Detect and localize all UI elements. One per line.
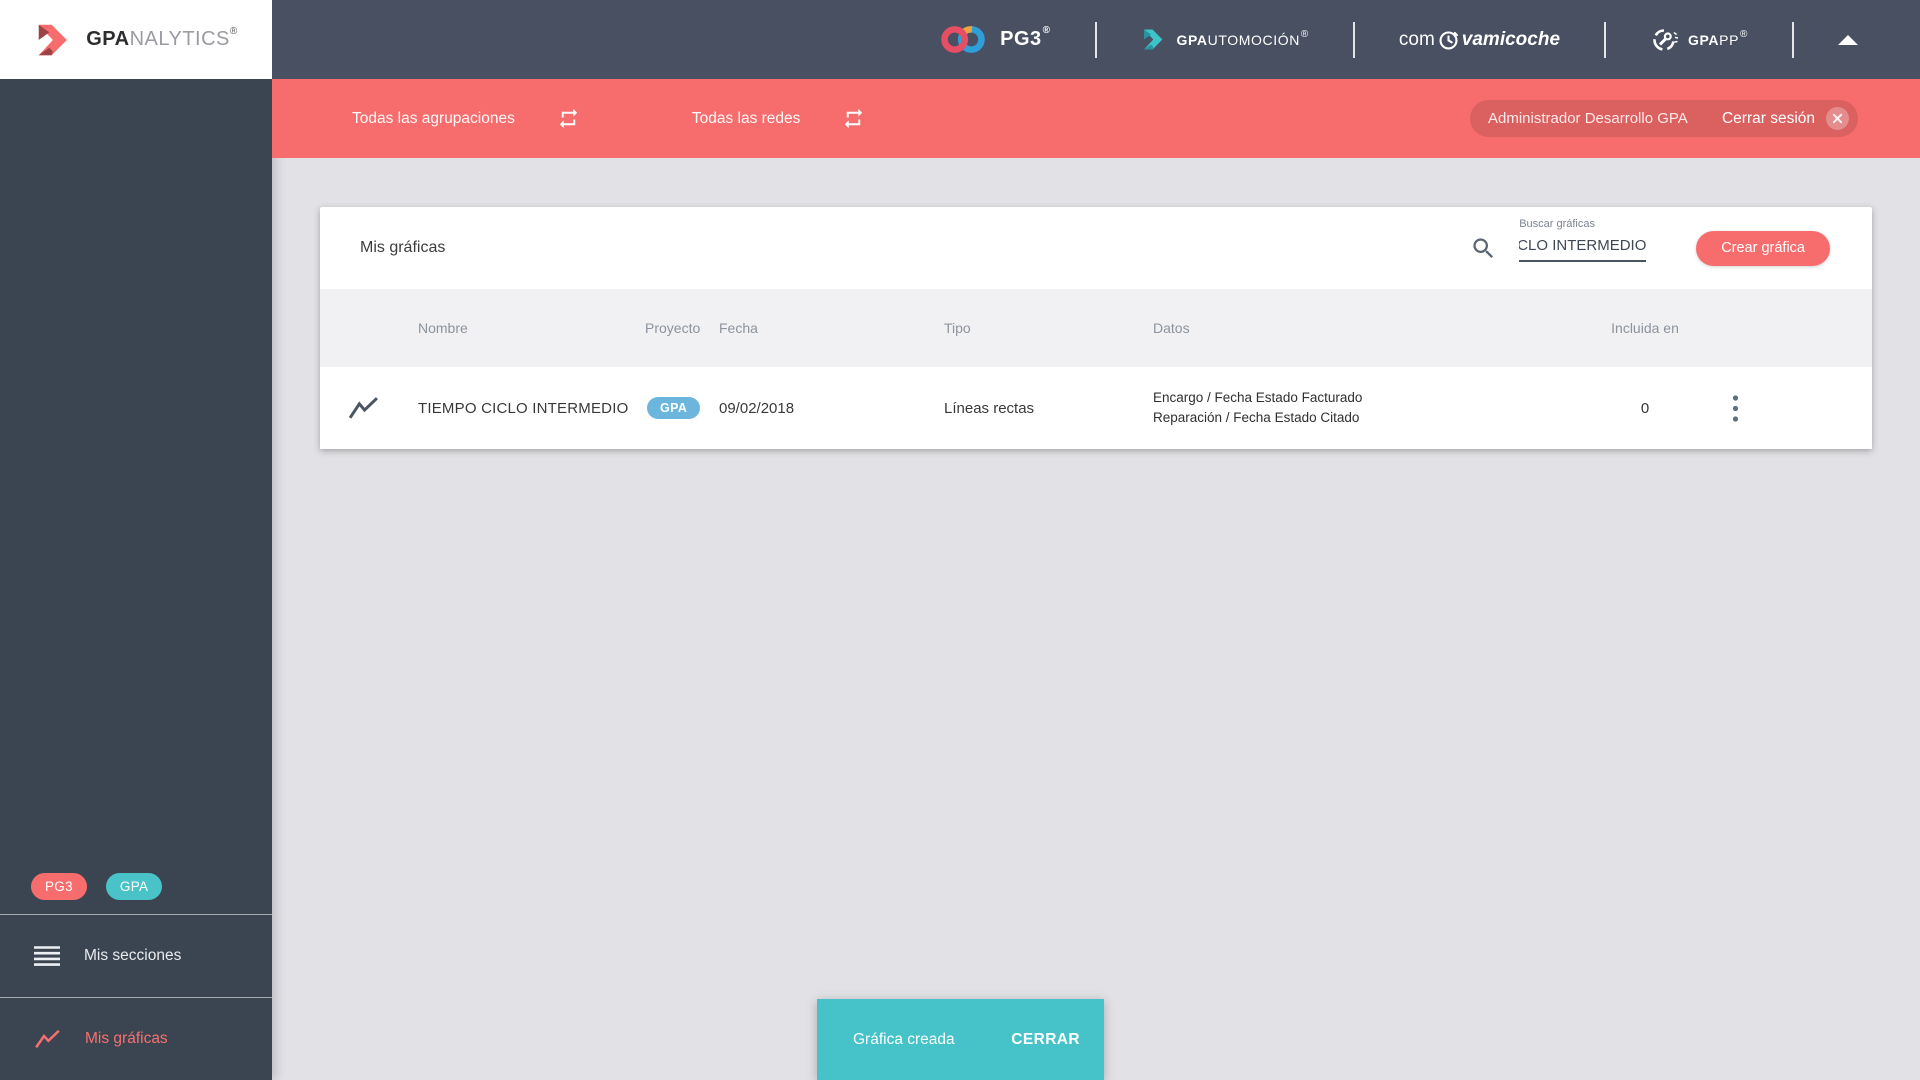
agrupaciones-selector[interactable]: Todas las agrupaciones — [352, 110, 515, 128]
row-tipo: Líneas rectas — [944, 399, 1035, 417]
column-header-proyecto: Proyecto — [645, 320, 701, 336]
gpautomocion-arrow-icon — [1141, 27, 1167, 52]
search-input[interactable] — [1519, 234, 1647, 262]
context-badges: PG3 GPA — [0, 873, 272, 914]
column-header-nombre: Nombre — [418, 320, 468, 336]
chart-line-icon — [34, 1029, 61, 1050]
row-fecha: 09/02/2018 — [719, 399, 795, 417]
pg3-wordmark: PG3® — [1000, 25, 1051, 50]
badge-gpa[interactable]: GPA — [105, 873, 163, 900]
column-header-incluida-en: Incluida en — [1611, 320, 1679, 336]
logout-button[interactable]: Cerrar sesión — [1722, 110, 1815, 128]
badge-pg3[interactable]: PG3 — [31, 873, 87, 900]
gpapp-wrench-icon — [1650, 26, 1679, 54]
row-chart-line-icon — [320, 396, 406, 421]
gpapp-logo[interactable]: GPAPP® — [1650, 26, 1748, 54]
redes-selector[interactable]: Todas las redes — [692, 110, 801, 128]
proyecto-badge: GPA — [647, 397, 701, 419]
hamburger-icon — [34, 946, 60, 966]
comprovamicoche-pre: com — [1398, 28, 1435, 50]
row-incluida-en: 0 — [1640, 399, 1650, 417]
topbar-divider — [1792, 21, 1794, 58]
sidebar-item-label: Mis gráficas — [85, 1030, 168, 1047]
gpautomocion-logo[interactable]: GPAUTOMOCIÓN® — [1141, 27, 1309, 52]
pg3-infinity-icon — [939, 24, 987, 55]
row-datos-line2: Reparación / Fecha Estado Citado — [1153, 410, 1360, 425]
topbar-divider — [1094, 21, 1097, 58]
filter-bar: Todas las agrupaciones Todas las redes A… — [272, 79, 1920, 158]
row-datos-line1: Encargo / Fecha Estado Facturado — [1153, 389, 1363, 405]
search-field-label: Buscar gráficas — [1519, 217, 1595, 230]
pg3-logo[interactable]: PG3® — [939, 24, 1050, 55]
sidebar-item-mis-graficas[interactable]: Mis gráficas — [0, 997, 272, 1080]
snackbar-close-button[interactable]: CERRAR — [1005, 1030, 1086, 1050]
row-datos: Encargo / Fecha Estado Facturado Reparac… — [1145, 388, 1585, 429]
gpanalytics-arrow-icon — [34, 21, 74, 59]
search-field: Buscar gráficas — [1519, 218, 1647, 262]
collapse-header-button[interactable] — [1838, 34, 1858, 45]
card-header-actions: Buscar gráficas Crear gráfica — [1470, 218, 1830, 266]
user-session-pill: Administrador Desarrollo GPA Cerrar sesi… — [1470, 100, 1858, 137]
sidebar-bottom: PG3 GPA Mis secciones Mis gráficas — [0, 873, 272, 1080]
gpanalytics-wordmark: GPANALYTICS® — [86, 26, 238, 50]
sidebar: PG3 GPA Mis secciones Mis gráficas — [0, 79, 272, 1080]
table-header: Nombre Proyecto Fecha Tipo Datos Incluid… — [320, 289, 1872, 367]
row-proyecto: GPA — [637, 397, 711, 419]
clock-icon — [1437, 28, 1460, 51]
gpautomocion-wordmark: GPAUTOMOCIÓN® — [1176, 28, 1309, 48]
topbar-divider — [1604, 21, 1607, 58]
table-row[interactable]: TIEMPO CICLO INTERMEDIO GPA 09/02/2018 L… — [320, 367, 1872, 449]
card-header: Mis gráficas Buscar gráficas Crear gráfi… — [320, 207, 1872, 289]
sidebar-item-label: Mis secciones — [84, 947, 182, 964]
snackbar: Gráfica creada CERRAR — [817, 999, 1104, 1080]
sidebar-item-mis-secciones[interactable]: Mis secciones — [0, 914, 272, 997]
create-chart-button[interactable]: Crear gráfica — [1696, 230, 1830, 266]
column-header-tipo: Tipo — [944, 320, 971, 336]
snackbar-message: Gráfica creada — [853, 1030, 955, 1048]
row-nombre: TIEMPO CICLO INTERMEDIO — [418, 399, 629, 417]
gpanalytics-logo: GPANALYTICS® — [0, 0, 272, 79]
swap-agrupaciones-icon[interactable] — [557, 107, 580, 130]
gpapp-wordmark: GPAPP® — [1688, 28, 1748, 48]
comprovamicoche-logo[interactable]: com vamicoche — [1399, 28, 1560, 51]
mis-graficas-card: Mis gráficas Buscar gráficas Crear gráfi… — [320, 207, 1872, 449]
current-user-name[interactable]: Administrador Desarrollo GPA — [1488, 110, 1722, 127]
topbar-divider — [1352, 21, 1355, 58]
logout-x-icon[interactable] — [1826, 107, 1849, 130]
comprovamicoche-post: vamicoche — [1461, 28, 1561, 50]
column-header-fecha: Fecha — [719, 320, 758, 336]
page-title: Mis gráficas — [360, 239, 446, 256]
column-header-datos: Datos — [1153, 320, 1190, 336]
search-icon[interactable] — [1470, 235, 1497, 262]
app-top-bar: PG3® GPAUTOMOCIÓN® com vamicoche GPAPP® — [272, 0, 1920, 79]
row-kebab-menu-icon[interactable] — [1705, 394, 1765, 423]
swap-redes-icon[interactable] — [842, 107, 865, 130]
